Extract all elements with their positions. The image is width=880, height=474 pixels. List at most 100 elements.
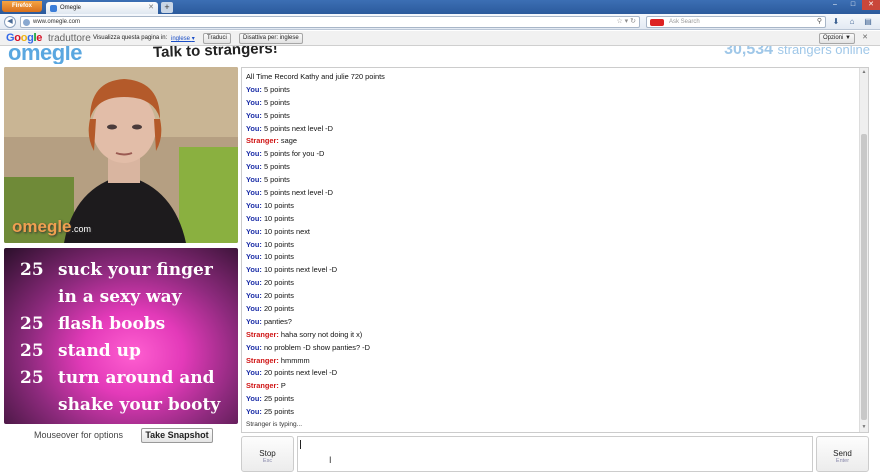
translate-button[interactable]: Traduci [203,33,231,44]
omegle-watermark: omegle.com [12,217,92,236]
sender-you: You [246,342,260,352]
chat-scrollbar[interactable]: ▲ ▼ [859,68,868,432]
message-input[interactable] [297,436,813,472]
home-icon[interactable]: ⌂ [846,16,858,28]
message-text: 25 points [263,407,294,417]
message-text: sage [280,136,297,146]
site-identity-icon[interactable] [23,19,30,26]
chat-message: You: 20 points [246,304,294,314]
chat-message: You: panties? [246,316,292,326]
menu-icon[interactable]: ▤ [862,16,874,28]
chat-message: You: 5 points [246,162,290,172]
task-line: in a sexy way [58,287,182,307]
message-text: 5 points [263,175,290,185]
close-translate-bar-icon[interactable]: ✕ [860,33,870,43]
search-box[interactable]: Ask Search ⚲ [646,16,826,28]
sender-you: You [246,304,260,314]
sender-stranger: Stranger [246,136,277,146]
self-video[interactable]: 25 suck your finger in a sexy way 25 flash… [4,248,238,424]
chat-messages: All Time Record Kathy and julie 720 poin… [246,71,846,432]
language-select[interactable]: inglese ▾ [171,35,195,42]
tab-close-icon[interactable]: ✕ [148,2,154,14]
message-text: 20 points [263,278,294,288]
send-button[interactable]: Send Enter [816,436,869,472]
task-line: 25 turn around and [20,368,215,388]
google-logo: Google [6,32,43,44]
stranger-video[interactable]: omegle.com [4,67,238,243]
options-button[interactable]: Opzioni ▼ [819,33,855,44]
scroll-thumb[interactable] [861,134,867,420]
scroll-down-icon[interactable]: ▼ [860,423,868,432]
sender-you: You [246,291,260,301]
send-shortcut: Enter [835,458,850,464]
message-text: 20 points next level -D [263,368,338,378]
sender-stranger: Stranger [246,355,277,365]
chat-message: You: no problem -D show panties? -D [246,342,370,352]
navigation-bar: ◀ www.omegle.com ☆ ▾ ↻ Ask Search ⚲ ⬇ ⌂ … [0,14,880,30]
message-text: 10 points [263,200,294,210]
omegle-header: omegle Talk to strangers! 30,534 strange… [0,46,880,64]
task-line: shake your booty [58,395,221,415]
chat-message: You: 5 points [246,84,290,94]
typing-status: Stranger is typing... [246,421,302,429]
tab-omegle[interactable]: Omegle ✕ [46,2,158,14]
task-line: 25 stand up [20,341,141,361]
back-arrow-icon[interactable]: ◀ [4,16,16,28]
chat-message: You: 5 points [246,97,290,107]
chat-message: You: 10 points [246,252,294,262]
message-text: 10 points [263,252,294,262]
bookmark-star-icon[interactable]: ☆ ▾ ↻ [616,17,636,27]
firefox-menu-button[interactable]: Firefox [2,1,42,12]
message-text: 5 points for you -D [263,149,325,159]
chat-log[interactable]: All Time Record Kathy and julie 720 poin… [241,67,869,433]
sender-you: You [246,149,260,159]
sender-you: You [246,188,260,198]
take-snapshot-button[interactable]: Take Snapshot [141,428,213,443]
maximize-icon[interactable]: □ [844,0,862,10]
chat-message: Stranger: haha sorry not doing it x) [246,329,363,339]
chat-message: You: 10 points [246,239,294,249]
sender-you: You [246,407,260,417]
chat-message: You: 5 points next level -D [246,188,333,198]
chat-message: You: 5 points for you -D [246,149,325,159]
stop-label: Stop [259,449,276,458]
message-text: 10 points next level -D [263,265,338,275]
address-bar[interactable]: www.omegle.com ☆ ▾ ↻ [20,16,640,28]
message-text: 5 points next level -D [263,188,333,198]
new-tab-button[interactable]: + [161,2,173,13]
sender-you: You [246,213,260,223]
minimize-icon[interactable]: – [826,0,844,10]
mouse-cursor-icon: I [329,455,332,465]
disable-translation-button[interactable]: Disattiva per: inglese [239,33,303,44]
chat-message: You: 20 points next level -D [246,368,338,378]
scroll-up-icon[interactable]: ▲ [860,68,868,77]
chat-message: You: 10 points [246,213,294,223]
chat-message: You: 5 points [246,175,290,185]
search-icon[interactable]: ⚲ [817,17,822,27]
close-window-icon[interactable]: ✕ [862,0,880,10]
download-icon[interactable]: ⬇ [830,16,842,28]
message-text: hmmmm [280,355,310,365]
chat-message: You: 10 points [246,200,294,210]
sender-you: You [246,394,260,404]
ask-engine-icon[interactable] [650,19,664,26]
sender-you: You [246,252,260,262]
stop-button[interactable]: Stop Esc [241,436,294,472]
stop-shortcut: Esc [262,458,273,464]
chat-message: You: 25 points [246,407,294,417]
url-text: www.omegle.com [33,19,81,25]
message-text: 5 points [263,84,290,94]
browser-titlebar: Firefox Omegle ✕ + – □ ✕ [0,0,880,14]
sender-you: You [246,316,260,326]
sender-you: You [246,84,260,94]
sender-you: You [246,278,260,288]
chat-message: You: 20 points [246,278,294,288]
view-page-in-label: Visualizza questa pagina in: [93,35,168,41]
sender-you: You [246,368,260,378]
message-text: haha sorry not doing it x) [280,329,363,339]
omegle-logo[interactable]: omegle [8,46,83,64]
video-controls: Mouseover for options Take Snapshot [4,428,238,444]
sender-stranger: Stranger [246,329,277,339]
task-line: 25 flash boobs [20,314,166,334]
chat-message: You: 25 points [246,394,294,404]
